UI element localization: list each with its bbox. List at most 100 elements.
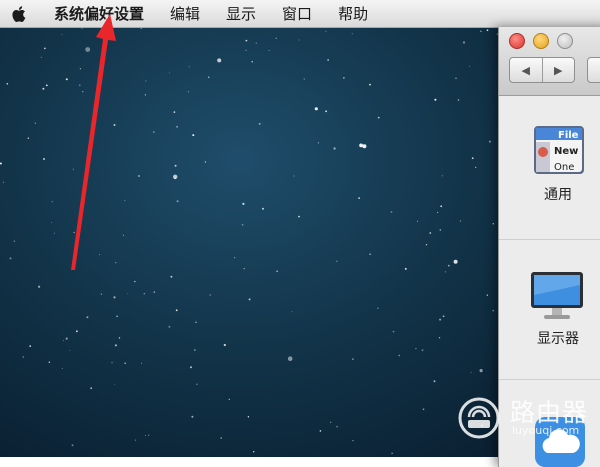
star xyxy=(217,58,222,63)
star xyxy=(242,202,245,205)
star xyxy=(425,244,428,246)
star xyxy=(43,158,45,160)
star xyxy=(243,268,245,270)
star xyxy=(438,337,441,339)
star xyxy=(486,29,489,32)
star xyxy=(27,137,30,139)
star xyxy=(114,344,117,347)
menu-view[interactable]: 显示 xyxy=(213,0,269,27)
watermark: 路由器 luyouqi.com xyxy=(458,393,600,443)
star xyxy=(333,147,336,150)
star xyxy=(298,39,300,41)
display-icon xyxy=(531,272,583,319)
star xyxy=(2,181,5,183)
forward-button[interactable]: ▶ xyxy=(541,58,575,82)
star xyxy=(325,110,327,113)
star xyxy=(241,223,244,226)
general-icon-text-file: File xyxy=(558,130,579,141)
star xyxy=(192,134,195,137)
star xyxy=(247,416,250,418)
star xyxy=(343,77,345,79)
star xyxy=(330,421,332,423)
star xyxy=(143,293,145,295)
star xyxy=(51,222,52,223)
star xyxy=(362,144,367,149)
star xyxy=(63,340,64,341)
star xyxy=(145,435,146,437)
star xyxy=(111,362,113,364)
star xyxy=(40,56,42,58)
star xyxy=(416,220,419,222)
star xyxy=(48,361,50,363)
star xyxy=(369,253,371,255)
star xyxy=(38,285,41,288)
zoom-button[interactable] xyxy=(557,33,573,49)
star xyxy=(65,78,68,81)
star xyxy=(61,367,63,369)
star xyxy=(207,76,210,79)
star xyxy=(479,369,483,373)
star xyxy=(415,347,417,350)
star xyxy=(429,232,432,234)
star xyxy=(13,240,16,242)
star xyxy=(462,41,466,44)
star xyxy=(377,116,380,119)
star xyxy=(492,309,495,312)
star xyxy=(175,309,178,312)
star xyxy=(124,199,126,202)
star xyxy=(134,280,136,283)
close-button[interactable] xyxy=(509,33,525,49)
star xyxy=(262,207,264,210)
star xyxy=(303,78,305,80)
star xyxy=(81,27,83,29)
star xyxy=(78,84,81,87)
star xyxy=(124,362,126,365)
star xyxy=(90,387,93,390)
star xyxy=(358,197,360,200)
star xyxy=(168,72,170,74)
star xyxy=(223,343,226,347)
star xyxy=(82,91,84,93)
star xyxy=(115,262,117,264)
star xyxy=(471,157,474,160)
star xyxy=(404,267,407,270)
star xyxy=(100,293,102,295)
menu-edit[interactable]: 编辑 xyxy=(157,0,213,27)
star xyxy=(319,430,322,432)
star xyxy=(71,444,74,447)
show-all-button[interactable] xyxy=(587,57,600,83)
star xyxy=(113,124,116,126)
menu-bar: 系统偏好设置 编辑 显示 窗口 帮助 xyxy=(0,0,600,28)
back-button[interactable]: ◀ xyxy=(510,58,542,82)
menu-window[interactable]: 窗口 xyxy=(269,0,325,27)
star xyxy=(194,349,196,351)
star xyxy=(99,254,101,255)
star xyxy=(327,59,329,61)
menu-help[interactable]: 帮助 xyxy=(325,0,381,27)
star xyxy=(65,337,68,340)
star xyxy=(127,293,129,295)
menu-app-name[interactable]: 系统偏好设置 xyxy=(40,0,157,27)
star xyxy=(245,49,247,51)
star xyxy=(441,175,443,177)
star xyxy=(359,143,363,148)
star xyxy=(325,30,327,32)
watermark-url: luyouqi.com xyxy=(512,424,580,437)
star xyxy=(459,220,462,222)
apple-menu-icon[interactable] xyxy=(0,0,40,27)
star xyxy=(29,345,32,347)
pane-display-label: 显示器 xyxy=(537,331,579,347)
star xyxy=(439,229,442,231)
star xyxy=(248,298,251,301)
star xyxy=(258,122,261,125)
minimize-button[interactable] xyxy=(533,33,549,49)
star xyxy=(298,215,300,218)
star xyxy=(251,60,253,63)
star xyxy=(287,356,293,362)
star xyxy=(492,222,495,225)
star xyxy=(440,205,443,208)
star xyxy=(234,257,236,259)
star xyxy=(453,259,458,264)
pane-separator xyxy=(499,379,600,380)
star xyxy=(392,330,395,333)
